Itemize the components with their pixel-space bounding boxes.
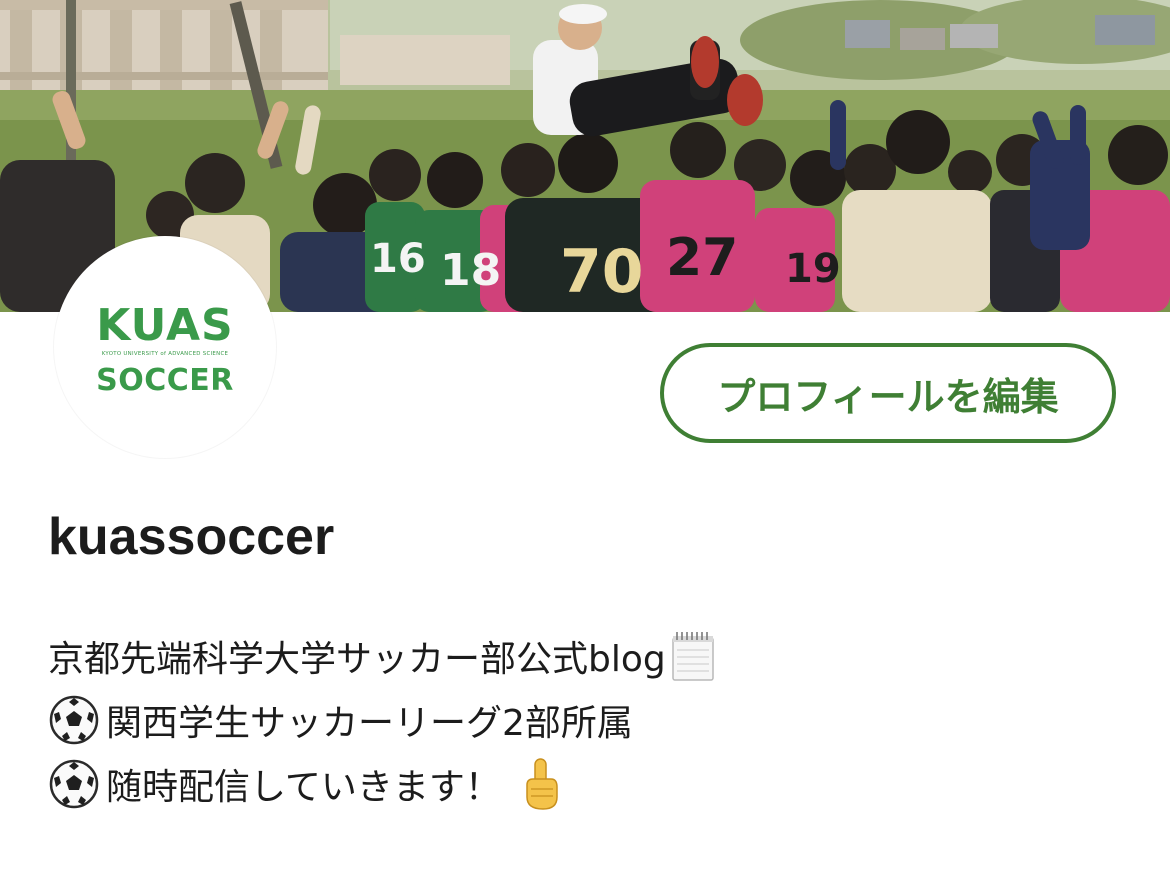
jersey-number-16: 16	[370, 236, 426, 282]
profile-avatar[interactable]: KUAS KYOTO UNIVERSITY of ADVANCED SCIENC…	[54, 236, 276, 458]
bio-line-2-text: 関西学生サッカーリーグ2部所属	[106, 703, 633, 744]
bio-line-2: 関西学生サッカーリーグ2部所属	[48, 688, 716, 752]
profile-page: 16 18 70 27 19 KUAS KYOTO UNIVERSITY of …	[0, 0, 1170, 890]
logo-soccer-text: SOCCER	[96, 362, 234, 398]
jersey-number-27: 27	[666, 228, 738, 288]
bio-line-1: 京都先端科学大学サッカー部公式blog	[48, 624, 716, 688]
pointing-up-icon	[526, 758, 558, 810]
profile-bio: 京都先端科学大学サッカー部公式blog 関西学生サッカーリーグ2部所属 随時配信…	[48, 624, 716, 816]
jersey-number-19: 19	[785, 246, 841, 292]
bio-line-3-text: 随時配信していきます！	[106, 767, 501, 808]
username: kuassoccer	[48, 508, 335, 566]
notepad-icon	[671, 632, 714, 681]
soccer-ball-icon	[49, 759, 99, 809]
edit-profile-button[interactable]: プロフィールを編集	[660, 343, 1116, 443]
jersey-number-18: 18	[440, 245, 501, 296]
jersey-number-70: 70	[560, 237, 644, 307]
logo-kuas-text: KUAS	[96, 300, 234, 352]
logo-university-subtitle: KYOTO UNIVERSITY of ADVANCED SCIENCE	[101, 351, 229, 358]
bio-line-1-text: 京都先端科学大学サッカー部公式blog	[48, 639, 666, 680]
soccer-ball-icon	[49, 695, 99, 745]
bio-line-3: 随時配信していきます！	[48, 752, 716, 816]
